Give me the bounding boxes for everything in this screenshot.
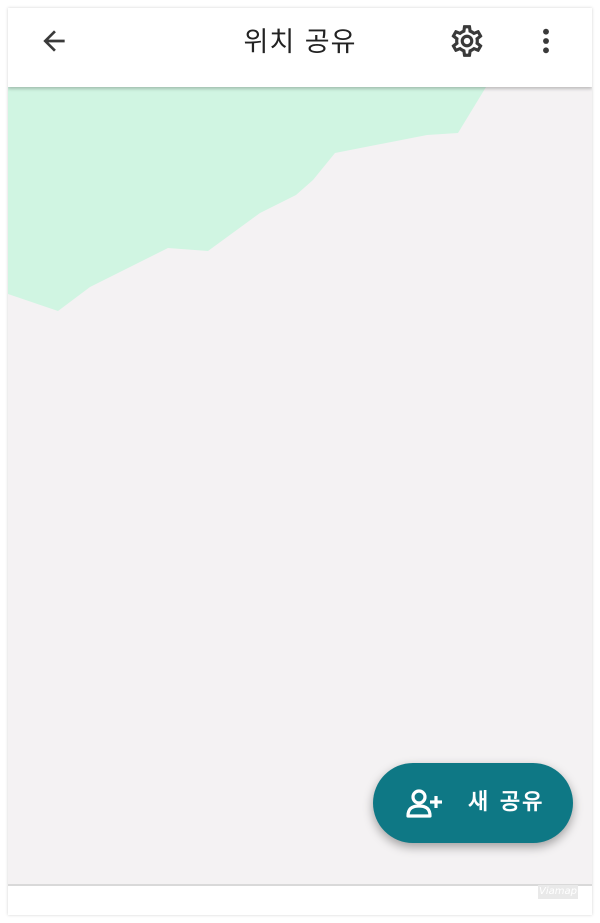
- page-title: 위치 공유: [243, 27, 357, 58]
- settings-button[interactable]: [444, 18, 490, 64]
- new-share-label: 새 공유: [468, 790, 545, 815]
- more-options-button[interactable]: [523, 18, 569, 64]
- bottom-bar: [8, 884, 592, 915]
- park-area: [8, 87, 486, 311]
- gear-icon: [451, 25, 483, 57]
- new-share-button[interactable]: 새 공유: [373, 763, 573, 843]
- person-add-icon: [406, 789, 442, 818]
- app-window: 위치 공유 Viamap 새 공유: [8, 8, 592, 915]
- top-app-bar: 위치 공유: [8, 8, 592, 87]
- map-attribution: Viamap: [538, 885, 578, 899]
- more-vertical-icon: [543, 28, 549, 54]
